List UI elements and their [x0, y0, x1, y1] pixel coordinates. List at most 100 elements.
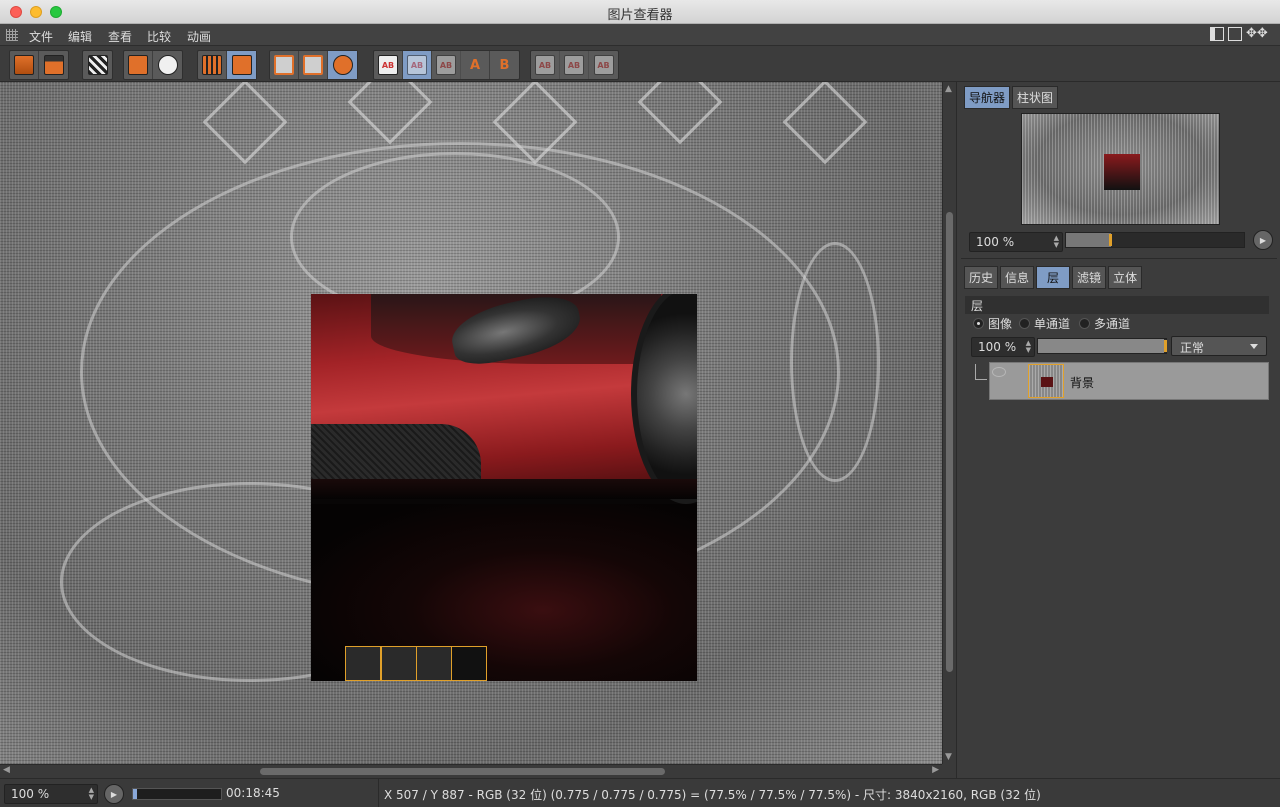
tab-navigator[interactable]: 导航器 — [964, 86, 1011, 109]
tab-info[interactable]: 信息 — [1000, 266, 1035, 289]
render-bucket — [451, 646, 487, 681]
tree-connector — [975, 364, 987, 380]
set-b-button[interactable]: B — [490, 51, 519, 79]
render-progress-fill — [133, 789, 137, 799]
render-progress — [132, 788, 222, 800]
animation-group — [82, 50, 113, 80]
zoom-field[interactable]: 100 % ▲ ▼ — [4, 784, 98, 804]
panel-layout-icon[interactable] — [1210, 27, 1224, 41]
scroll-down-icon[interactable]: ▼ — [945, 752, 952, 762]
vertical-scroll-thumb[interactable] — [946, 212, 953, 672]
top-tabs: 导航器 柱状图 — [964, 86, 1059, 109]
image-viewport[interactable] — [0, 82, 942, 764]
nav-zoom-handle[interactable] — [1109, 234, 1112, 246]
stepper-icon[interactable]: ▲ ▼ — [1026, 340, 1031, 354]
scroll-up-icon[interactable]: ▲ — [945, 84, 952, 94]
scroll-right-icon[interactable]: ▶ — [932, 765, 939, 775]
ceiling-pattern — [637, 82, 723, 145]
ab-swap-button[interactable]: AB — [403, 51, 432, 79]
stack-button[interactable] — [227, 51, 256, 79]
play-button[interactable]: ▶ — [104, 784, 124, 804]
ab-grey-button[interactable]: AB — [432, 51, 461, 79]
open-button[interactable] — [10, 51, 39, 79]
stepper-icon[interactable]: ▲ ▼ — [89, 787, 94, 801]
ab-view2-button[interactable]: AB — [560, 51, 589, 79]
eye-icon[interactable] — [992, 367, 1006, 377]
set-a-button[interactable]: A — [461, 51, 490, 79]
layer-name: 背景 — [1070, 376, 1095, 390]
menu-animate[interactable]: 动画 — [187, 28, 211, 45]
delete-icon — [202, 55, 222, 75]
layer-opacity-field[interactable]: 100 % ▲ ▼ — [971, 337, 1035, 357]
ab-compare-button[interactable]: AB — [374, 51, 403, 79]
menu-file[interactable]: 文件 — [29, 28, 53, 45]
image-group — [197, 50, 257, 80]
animation-button[interactable] — [83, 51, 112, 79]
ab-view3-button[interactable]: AB — [589, 51, 618, 79]
open-file-icon — [14, 55, 34, 75]
tab-filters[interactable]: 滤镜 — [1072, 266, 1107, 289]
region-render-button[interactable] — [270, 51, 299, 79]
ab-view1-icon: AB — [535, 55, 555, 75]
scroll-left-icon[interactable]: ◀ — [3, 765, 10, 775]
layer-row[interactable]: 背景 — [989, 362, 1269, 400]
radio-dot — [1079, 318, 1090, 329]
ab-view2-icon: AB — [564, 55, 584, 75]
set-a-icon: A — [469, 57, 481, 73]
layer-thumbnail-preview — [1041, 377, 1053, 387]
navigator-thumbnail[interactable] — [1021, 113, 1220, 225]
right-panel: 导航器 柱状图 100 % ▲ ▼ ▶ 历史 信息 层 滤镜 立体 层 图像 单通… — [956, 82, 1280, 778]
vertical-scrollbar[interactable]: ▲ ▼ — [942, 82, 956, 764]
magnifier-icon — [157, 55, 178, 75]
menu-bar: 文件 编辑 查看 比较 动画 ✥✥ — [0, 24, 1280, 46]
ab-compare-icon: AB — [378, 55, 398, 75]
save-button[interactable] — [39, 51, 68, 79]
tab-stereo[interactable]: 立体 — [1108, 266, 1143, 289]
move-icon[interactable]: ✥✥ — [1246, 27, 1276, 41]
radio-image[interactable]: 图像 — [973, 315, 1012, 332]
export-layout-button[interactable] — [124, 51, 153, 79]
car-wheel-outline — [790, 242, 880, 482]
nav-zoom-slider[interactable] — [1065, 232, 1245, 248]
menu-edit[interactable]: 编辑 — [68, 28, 92, 45]
ab-view3-icon: AB — [593, 55, 614, 75]
add-panel-icon[interactable] — [1228, 27, 1242, 41]
mid-tabs: 历史 信息 层 滤镜 立体 — [964, 266, 1143, 289]
horizontal-scrollbar[interactable]: ◀ ▶ — [0, 764, 942, 778]
tab-layers[interactable]: 层 — [1036, 266, 1071, 289]
compare-button[interactable] — [328, 51, 357, 79]
grip-icon[interactable] — [6, 29, 18, 41]
status-divider — [378, 779, 379, 807]
ab-grey-icon: AB — [436, 55, 456, 75]
render-time: 00:18:45 — [226, 786, 280, 800]
menu-compare[interactable]: 比较 — [147, 28, 171, 45]
tab-history[interactable]: 历史 — [964, 266, 999, 289]
nav-play-button[interactable]: ▶ — [1253, 230, 1273, 250]
horizontal-scroll-thumb[interactable] — [260, 768, 665, 775]
delete-image-button[interactable] — [198, 51, 227, 79]
nav-zoom-fill — [1066, 233, 1111, 247]
layer-opacity-slider[interactable] — [1037, 338, 1167, 354]
tab-histogram[interactable]: 柱状图 — [1012, 86, 1059, 109]
navigator-render-preview — [1104, 154, 1140, 190]
radio-multi-channel[interactable]: 多通道 — [1079, 315, 1130, 332]
radio-dot — [973, 318, 984, 329]
blend-mode-select[interactable]: 正常 — [1171, 336, 1267, 356]
radio-single-channel[interactable]: 单通道 — [1019, 315, 1070, 332]
render-bucket — [381, 646, 417, 681]
radio-dot — [1019, 318, 1030, 329]
menu-view[interactable]: 查看 — [108, 28, 132, 45]
nav-zoom-field[interactable]: 100 % ▲ ▼ — [969, 232, 1063, 252]
layout-icons: ✥✥ — [1210, 27, 1276, 41]
frame-all-icon — [303, 55, 323, 75]
ab-view1-button[interactable]: AB — [531, 51, 560, 79]
layer-section-header: 层 — [965, 296, 1269, 314]
frame-all-button[interactable] — [299, 51, 328, 79]
ab-group: AB AB AB A B — [373, 50, 520, 80]
stepper-icon[interactable]: ▲ ▼ — [1054, 235, 1059, 249]
chevron-down-icon — [1250, 344, 1258, 349]
layer-opacity-handle[interactable] — [1164, 340, 1167, 352]
car-grille — [311, 424, 481, 479]
inspect-button[interactable] — [153, 51, 182, 79]
stack-icon — [231, 55, 252, 75]
